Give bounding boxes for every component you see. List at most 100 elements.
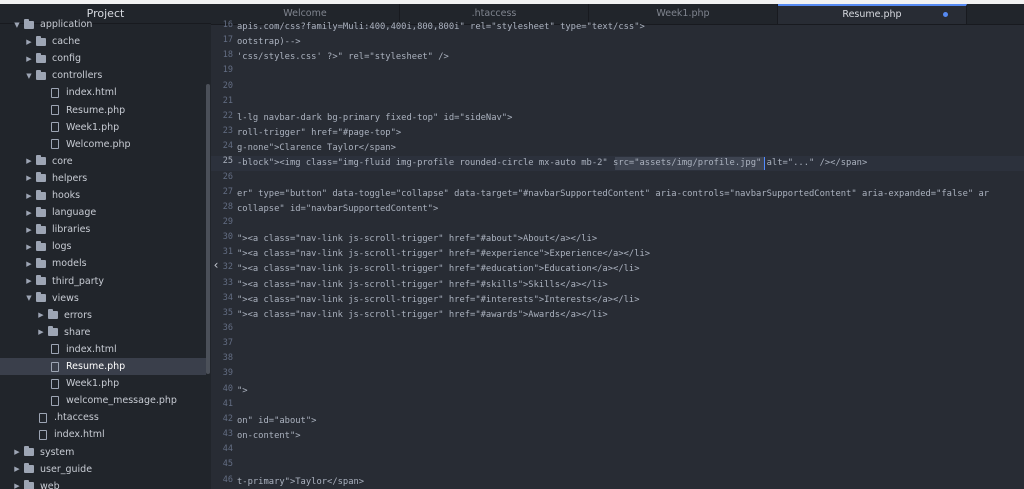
chevron-down-icon[interactable]: ▼	[24, 294, 34, 302]
file-icon	[36, 429, 50, 440]
tree-item-label: Week1.php	[66, 378, 120, 390]
line-number: 37	[222, 338, 233, 349]
chevron-right-icon[interactable]: ▶	[24, 55, 34, 63]
code-line[interactable]: "><a class="nav-link js-scroll-trigger" …	[237, 247, 650, 262]
code-line[interactable]: apis.com/css?family=Muli:400,400i,800,80…	[237, 20, 645, 35]
chevron-right-icon[interactable]: ▶	[12, 448, 22, 456]
tree-file[interactable]: Resume.php	[0, 358, 206, 375]
code-line[interactable]: collapse" id="navbarSupportedContent">	[237, 202, 438, 217]
file-icon	[48, 361, 62, 372]
tree-folder[interactable]: ▶ errors	[0, 307, 206, 324]
folder-icon	[34, 189, 48, 200]
folder-icon	[22, 463, 36, 474]
chevron-right-icon[interactable]: ▶	[24, 174, 34, 182]
code-line[interactable]: on" id="about">	[237, 414, 316, 429]
line-number: 29	[222, 216, 233, 227]
tree-folder[interactable]: ▶ hooks	[0, 187, 206, 204]
line-number: 19	[222, 65, 233, 76]
code-line[interactable]: er" type="button" data-toggle="collapse"…	[237, 187, 989, 202]
code-line[interactable]: ootstrap)-->	[237, 35, 301, 50]
file-icon	[48, 122, 62, 133]
tree-folder[interactable]: ▶ web	[0, 478, 206, 489]
tree-file[interactable]: index.html	[0, 426, 206, 443]
tree-file[interactable]: Week1.php	[0, 119, 206, 136]
tree-item-label: Week1.php	[66, 121, 120, 133]
tree-folder[interactable]: ▶ user_guide	[0, 461, 206, 478]
tree-item-label: third_party	[52, 275, 105, 287]
chevron-right-icon[interactable]: ▶	[24, 260, 34, 268]
chevron-right-icon[interactable]: ▶	[24, 192, 34, 200]
line-number: 26	[222, 171, 233, 182]
file-icon	[48, 105, 62, 115]
code-line[interactable]: "><a class="nav-link js-scroll-trigger" …	[237, 308, 608, 323]
tree-folder[interactable]: ▶ system	[0, 444, 206, 461]
folder-icon	[34, 206, 48, 217]
tree-file[interactable]: Resume.php	[0, 102, 206, 119]
chevron-right-icon[interactable]: ▶	[24, 157, 34, 165]
tree-file[interactable]: index.html	[0, 84, 206, 101]
chevron-right-icon[interactable]: ▶	[24, 226, 34, 234]
tree-file[interactable]: .htaccess	[0, 409, 206, 426]
chevron-right-icon[interactable]: ▶	[24, 277, 34, 285]
chevron-right-icon[interactable]: ▶	[12, 465, 22, 473]
line-number: 41	[222, 398, 233, 409]
chevron-down-icon[interactable]: ▼	[24, 72, 34, 80]
chevron-right-icon[interactable]: ▶	[36, 311, 46, 319]
code-line[interactable]: "><a class="nav-link js-scroll-trigger" …	[237, 293, 640, 308]
code-line[interactable]: "><a class="nav-link js-scroll-trigger" …	[237, 232, 597, 247]
line-number: 27	[222, 186, 233, 197]
chevron-right-icon[interactable]: ▶	[24, 38, 34, 46]
tree-item-label: web	[40, 480, 60, 489]
chevron-right-icon[interactable]: ▶	[36, 328, 46, 336]
tree-item-label: config	[52, 53, 82, 65]
tree-folder[interactable]: ▶ core	[0, 153, 206, 170]
tree-folder[interactable]: ▼ controllers	[0, 67, 206, 84]
tree-folder[interactable]: ▶ logs	[0, 238, 206, 255]
code-line[interactable]: 'css/styles.css' ?>" rel="stylesheet" />	[237, 50, 449, 65]
code-line[interactable]: "><a class="nav-link js-scroll-trigger" …	[237, 262, 640, 277]
folder-icon	[34, 172, 48, 183]
folder-icon	[34, 35, 48, 46]
code-line[interactable]: "><a class="nav-link js-scroll-trigger" …	[237, 278, 608, 293]
code-line[interactable]: t-primary">Taylor</span>	[237, 475, 364, 489]
tree-folder[interactable]: ▶ libraries	[0, 221, 206, 238]
folder-icon	[34, 69, 48, 80]
tree-folder[interactable]: ▶ language	[0, 204, 206, 221]
line-number: 17	[222, 35, 233, 46]
code-line[interactable]: g-none">Clarence Taylor</span>	[237, 141, 396, 156]
tab-resume-php[interactable]: Resume.php	[778, 4, 967, 24]
tree-file[interactable]: index.html	[0, 341, 206, 358]
line-number: 23	[222, 126, 233, 137]
project-sidebar: Project ▼ application ▶ cache ▶ config ▼ contro…	[0, 4, 211, 489]
tree-file[interactable]: Welcome.php	[0, 136, 206, 153]
chevron-right-icon[interactable]: ▶	[24, 209, 34, 217]
tree-folder[interactable]: ▶ models	[0, 255, 206, 272]
code-line[interactable]: l-lg navbar-dark bg-primary fixed-top" i…	[237, 111, 512, 126]
tree-file[interactable]: Week1.php	[0, 375, 206, 392]
sidebar-scrollbar[interactable]	[206, 84, 210, 374]
folder-icon	[34, 155, 48, 166]
collapse-left-icon[interactable]: ‹	[207, 250, 225, 280]
folder-icon	[34, 52, 48, 63]
folder-icon	[22, 480, 36, 489]
code-line[interactable]: -block"><img class="img-fluid img-profil…	[237, 156, 867, 171]
tree-file[interactable]: welcome_message.php	[0, 392, 206, 409]
line-number: 18	[222, 50, 233, 61]
chevron-right-icon[interactable]: ▶	[12, 482, 22, 489]
tree-folder[interactable]: ▶ cache	[0, 33, 206, 50]
tree-item-label: application	[40, 19, 93, 30]
tree-folder[interactable]: ▶ helpers	[0, 170, 206, 187]
tree-folder[interactable]: ▶ config	[0, 50, 206, 67]
chevron-down-icon[interactable]: ▼	[12, 21, 22, 29]
code-editor[interactable]: Welcome .htaccess Week1.php Resume.php 16 17…	[211, 4, 1024, 489]
tree-folder[interactable]: ▼ application	[0, 16, 206, 33]
line-number: 46	[222, 474, 233, 485]
tree-folder[interactable]: ▶ share	[0, 324, 206, 341]
tree-folder[interactable]: ▼ views	[0, 290, 206, 307]
chevron-right-icon[interactable]: ▶	[24, 243, 34, 251]
tree-folder[interactable]: ▶ third_party	[0, 273, 206, 290]
code-line[interactable]: roll-trigger" href="#page-top">	[237, 126, 401, 141]
line-number: 20	[222, 80, 233, 91]
code-line[interactable]: ">	[237, 384, 248, 399]
code-line[interactable]: on-content">	[237, 429, 301, 444]
